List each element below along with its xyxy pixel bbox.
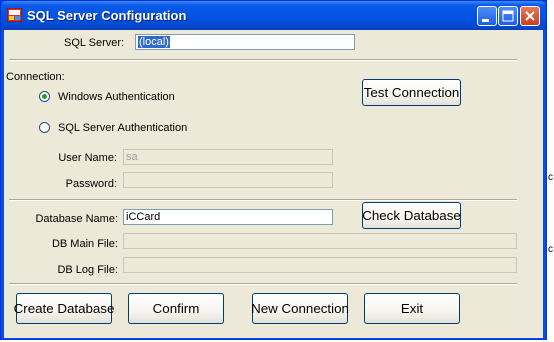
divider-bottom (9, 283, 517, 285)
divider-middle (9, 199, 517, 201)
create-database-button[interactable]: Create Database (14, 293, 114, 324)
close-icon (525, 11, 535, 21)
close-button[interactable] (520, 6, 540, 26)
background-text-fragment: c (548, 172, 553, 183)
sql-server-input[interactable]: (local) (135, 34, 355, 50)
windows-auth-label[interactable]: Windows Authentication (58, 91, 175, 103)
config-window: SQL Server Configuration SQL Server: (lo… (0, 0, 547, 340)
dialog-body: SQL Server: (local) Connection: Windows … (4, 30, 543, 338)
db-log-file-input[interactable] (123, 257, 517, 273)
user-name-label: User Name: (58, 152, 117, 164)
app-icon (7, 8, 22, 22)
background-text-fragment: c (548, 244, 553, 255)
user-name-input[interactable]: sa (123, 149, 333, 165)
sql-auth-label[interactable]: SQL Server Authentication (58, 122, 187, 134)
sql-server-value: (local) (138, 36, 170, 48)
sql-server-label: SQL Server: (64, 37, 125, 49)
title-bar[interactable]: SQL Server Configuration (1, 1, 546, 30)
db-main-file-input[interactable] (123, 233, 517, 249)
exit-button[interactable]: Exit (364, 293, 460, 324)
confirm-button[interactable]: Confirm (128, 293, 224, 324)
new-connection-button[interactable]: New Connection (251, 293, 349, 324)
db-log-file-label: DB Log File: (57, 264, 118, 276)
connection-section-label: Connection: (6, 71, 65, 83)
maximize-icon (502, 10, 514, 22)
db-main-file-label: DB Main File: (51, 238, 118, 250)
window-title: SQL Server Configuration (27, 8, 187, 23)
password-label: Password: (65, 178, 117, 190)
test-connection-button[interactable]: Test Connection (362, 79, 461, 106)
minimize-icon (482, 19, 489, 22)
sql-auth-radio[interactable] (39, 122, 50, 133)
radio-selected-dot (42, 94, 47, 99)
database-name-input[interactable]: iCCard (123, 209, 333, 225)
windows-auth-radio[interactable] (39, 91, 50, 102)
password-input[interactable] (123, 172, 333, 188)
minimize-button[interactable] (477, 6, 497, 26)
database-name-label: Database Name: (35, 213, 118, 225)
maximize-button[interactable] (498, 6, 518, 26)
divider-top (9, 59, 517, 61)
check-database-button[interactable]: Check Database (362, 202, 461, 229)
